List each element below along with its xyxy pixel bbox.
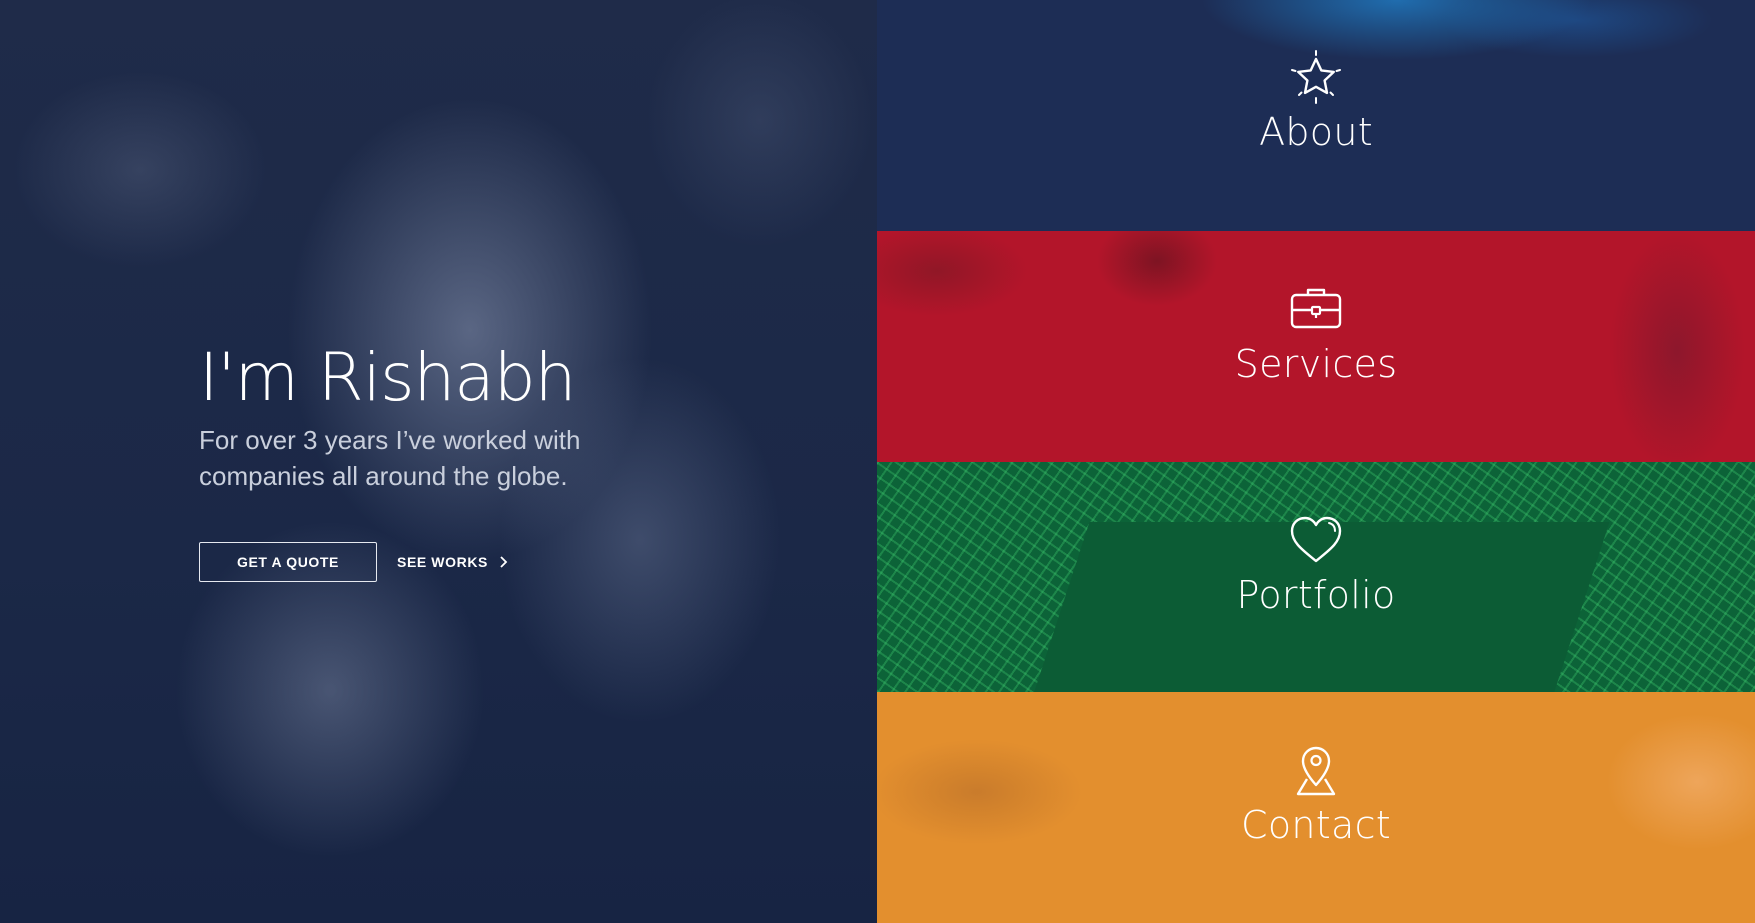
nav-panel-contact[interactable]: Contact xyxy=(877,692,1755,923)
star-icon xyxy=(1291,50,1341,104)
nav-label-about: About xyxy=(1259,110,1373,154)
get-a-quote-button[interactable]: GET A QUOTE xyxy=(199,542,377,582)
nav-label-contact: Contact xyxy=(1241,803,1391,848)
nav-panel-portfolio[interactable]: Portfolio xyxy=(877,461,1755,693)
hero-content: I'm Rishabh For over 3 years I’ve worked… xyxy=(199,338,719,582)
hero-actions: GET A QUOTE SEE WORKS xyxy=(199,542,719,582)
briefcase-icon xyxy=(1290,288,1342,328)
hero-subtitle: For over 3 years I’ve worked with compan… xyxy=(199,425,581,491)
hero-section: I'm Rishabh For over 3 years I’ve worked… xyxy=(0,0,877,923)
see-works-link[interactable]: SEE WORKS xyxy=(397,554,508,570)
nav-panel-services[interactable]: Services xyxy=(877,230,1755,462)
nav-label-portfolio: Portfolio xyxy=(1236,572,1396,617)
hero-title: I'm Rishabh xyxy=(199,339,576,416)
page: I'm Rishabh For over 3 years I’ve worked… xyxy=(0,0,1755,923)
nav-panel-about[interactable]: About xyxy=(877,0,1755,231)
map-pin-icon xyxy=(1296,747,1336,796)
chevron-right-icon xyxy=(500,556,508,568)
nav-label-services: Services xyxy=(1234,341,1398,386)
heart-icon xyxy=(1290,516,1342,562)
nav-panels: About Services Portfolio Contact xyxy=(877,0,1755,923)
see-works-label: SEE WORKS xyxy=(397,554,488,570)
